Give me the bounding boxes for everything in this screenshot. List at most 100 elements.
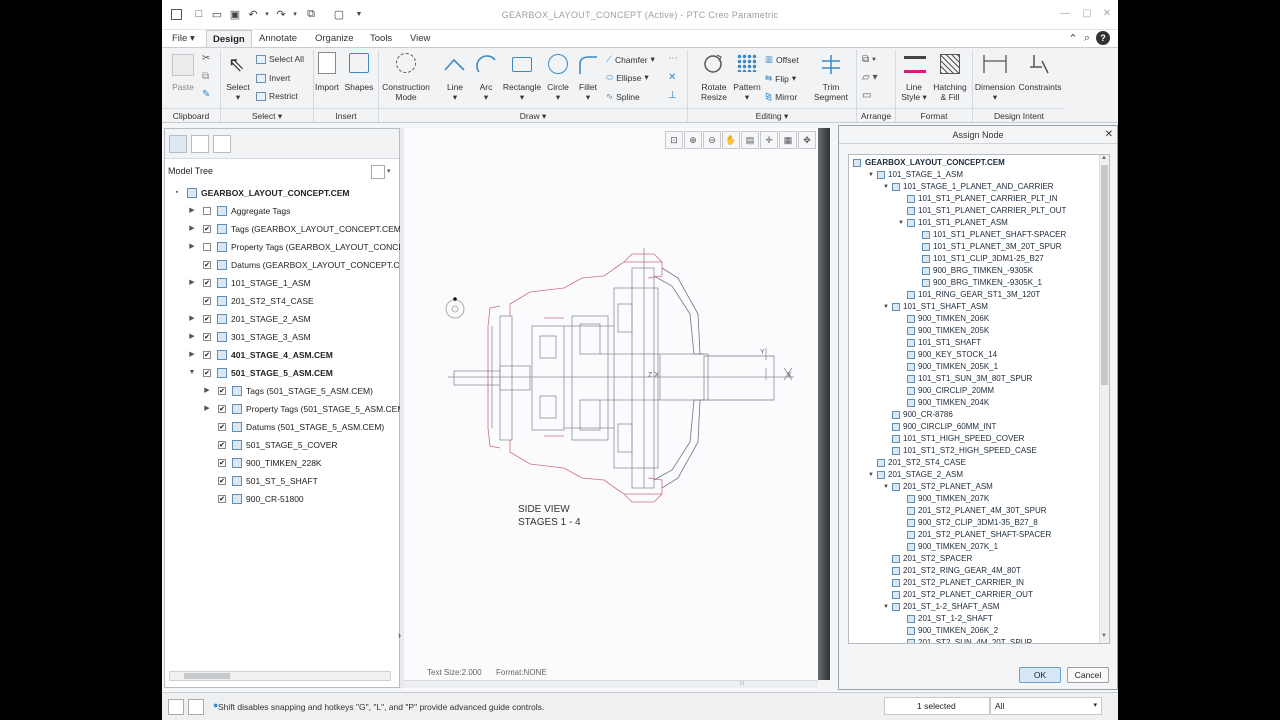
expand-toggle-icon[interactable]: ▼ <box>883 601 889 613</box>
assign-node-row[interactable]: 201_ST2_SPACER <box>849 553 1099 565</box>
expand-toggle-icon[interactable]: ▼ <box>868 469 874 481</box>
assign-node-row[interactable]: GEARBOX_LAYOUT_CONCEPT.CEM <box>849 157 1099 169</box>
tab-organize[interactable]: Organize <box>309 30 360 47</box>
arc-icon[interactable] <box>476 54 498 76</box>
line-icon[interactable] <box>444 54 466 76</box>
scroll-down-icon[interactable]: ▼ <box>1101 633 1107 639</box>
ellipse-button[interactable]: ⬭ Ellipse ▾ <box>606 72 649 83</box>
group-select[interactable]: Select ▾ <box>221 108 313 122</box>
model-tree-row[interactable]: ▶ ✔ 401_STAGE_4_ASM.CEM <box>165 346 399 364</box>
expand-toggle-icon[interactable]: ▼ <box>188 364 196 382</box>
expand-toggle-icon[interactable]: ▶ <box>188 346 196 364</box>
expand-toggle-icon[interactable]: ▶ <box>203 400 211 418</box>
assign-node-row[interactable]: ▼ 101_STAGE_1_PLANET_AND_CARRIER <box>849 181 1099 193</box>
arrange-icon-2[interactable]: ▱ ▾ <box>862 72 878 83</box>
expand-toggle-icon[interactable]: ▼ <box>883 301 889 313</box>
assign-node-row[interactable]: 900_TIMKEN_205K_1 <box>849 361 1099 373</box>
construction-mode-icon[interactable] <box>396 53 416 73</box>
ok-button[interactable]: OK <box>1019 667 1061 683</box>
assign-node-row[interactable]: ▼ 101_ST1_SHAFT_ASM <box>849 301 1099 313</box>
folder-browser-tab-icon[interactable] <box>191 135 209 153</box>
tab-view[interactable]: View <box>404 30 436 47</box>
visibility-checkbox[interactable]: ✔ <box>203 315 211 323</box>
shapes-button[interactable]: Shapes <box>340 82 378 92</box>
assign-node-row[interactable]: 101_ST1_SHAFT <box>849 337 1099 349</box>
gearbox-side-view-drawing[interactable]: Z X Y X <box>404 128 818 668</box>
assign-node-row[interactable]: ▼ 101_ST1_PLANET_ASM <box>849 217 1099 229</box>
model-tree-row[interactable]: ▶ Aggregate Tags <box>165 202 399 220</box>
model-tree-row[interactable]: ▶ ✔ Tags (501_STAGE_5_ASM.CEM) <box>165 382 399 400</box>
collapse-ribbon-icon[interactable]: ⌃ <box>1066 31 1080 45</box>
visibility-checkbox[interactable]: ✔ <box>203 369 211 377</box>
group-draw[interactable]: Draw ▾ <box>379 108 687 122</box>
line-button[interactable]: Line ▾ <box>439 82 471 102</box>
circle-icon[interactable] <box>548 54 568 74</box>
model-tree-row[interactable]: ▶ ✔ 201_STAGE_2_ASM <box>165 310 399 328</box>
visibility-checkbox[interactable]: ✔ <box>218 423 226 431</box>
select-button[interactable]: Select ▾ <box>222 82 254 102</box>
select-all-button[interactable]: Select All <box>256 54 304 64</box>
model-tree-row[interactable]: ▶ ✔ 101_STAGE_1_ASM <box>165 274 399 292</box>
assign-node-row[interactable]: 900_TIMKEN_206K_2 <box>849 625 1099 637</box>
scroll-thumb[interactable] <box>1101 165 1108 385</box>
paste-button[interactable]: Paste <box>168 82 198 92</box>
expand-toggle-icon[interactable]: ▶ <box>188 202 196 220</box>
expand-toggle-icon[interactable]: ▶ <box>203 382 211 400</box>
assign-node-row[interactable]: 900_CIRCLIP_60MM_INT <box>849 421 1099 433</box>
group-editing[interactable]: Editing ▾ <box>688 108 856 122</box>
assign-node-row[interactable]: 900_TIMKEN_207K_1 <box>849 541 1099 553</box>
expand-toggle-icon[interactable]: ▼ <box>883 181 889 193</box>
model-tree-row[interactable]: ✔ 900_CR-51800 <box>165 490 399 508</box>
toggle-navigator-icon[interactable] <box>168 699 184 715</box>
assign-node-row[interactable]: 900_TIMKEN_206K <box>849 313 1099 325</box>
visibility-checkbox[interactable]: ✔ <box>218 387 226 395</box>
visibility-checkbox[interactable]: ✔ <box>218 495 226 503</box>
visibility-checkbox[interactable]: ✔ <box>218 459 226 467</box>
assign-node-row[interactable]: 101_ST1_PLANET_3M_20T_SPUR <box>849 241 1099 253</box>
model-tree-row[interactable]: ▶ ✔ Property Tags (501_STAGE_5_ASM.CEM) <box>165 400 407 418</box>
assign-node-row[interactable]: 201_ST2_PLANET_SHAFT-SPACER <box>849 529 1099 541</box>
fillet-button[interactable]: Fillet ▾ <box>572 82 604 102</box>
assign-node-row[interactable]: 201_ST2_PLANET_CARRIER_OUT <box>849 589 1099 601</box>
hatching-icon[interactable] <box>940 54 960 74</box>
arrange-icon-1[interactable]: ⧉ ▾ <box>862 54 876 65</box>
tree-settings-icon[interactable] <box>371 165 385 179</box>
arc-button[interactable]: Arc ▾ <box>470 82 502 102</box>
pattern-icon[interactable] <box>737 54 757 72</box>
canvas-hscrollbar[interactable]: ⦙⦙⦙ <box>404 680 818 688</box>
expand-toggle-icon[interactable]: ▶ <box>188 220 196 238</box>
pattern-button[interactable]: Pattern ▾ <box>730 82 764 102</box>
drawing-canvas[interactable]: ⊡ ⊕ ⊖ ✋ ▤ ✛ ▦ ✥ Z X Y X SIDE VIEW STAGES… <box>404 128 818 690</box>
model-tree-tab-icon[interactable] <box>169 135 187 153</box>
expand-toggle-icon[interactable]: ▶ <box>188 238 196 256</box>
model-tree-row[interactable]: ✔ 900_TIMKEN_228K <box>165 454 399 472</box>
assign-node-row[interactable]: 900_BRG_TIMKEN_-9305K_1 <box>849 277 1099 289</box>
expand-toggle-icon[interactable]: ▶ <box>188 328 196 346</box>
trim-segment-button[interactable]: Trim Segment <box>808 82 854 102</box>
assign-node-row[interactable]: 900_KEY_STOCK_14 <box>849 349 1099 361</box>
collapse-panel-icon[interactable]: › <box>398 630 401 640</box>
assign-node-row[interactable]: 101_ST1_SUN_3M_80T_SPUR <box>849 373 1099 385</box>
model-tree-row[interactable]: ▶ Property Tags (GEARBOX_LAYOUT_CONCEPT. <box>165 238 416 256</box>
assign-node-row[interactable]: 900_BRG_TIMKEN_-9305K <box>849 265 1099 277</box>
assign-node-vscrollbar[interactable]: ▲ ▼ <box>1099 155 1109 643</box>
assign-node-row[interactable]: 101_ST1_HIGH_SPEED_COVER <box>849 433 1099 445</box>
tab-tools[interactable]: Tools <box>364 30 398 47</box>
format-painter-icon[interactable]: ✎ <box>202 89 210 100</box>
tab-annotate[interactable]: Annotate <box>253 30 303 47</box>
arrange-icon-3[interactable]: ▭ <box>862 90 871 101</box>
model-tree-row[interactable]: ▼ ✔ 501_STAGE_5_ASM.CEM <box>165 364 399 382</box>
restrict-button[interactable]: Restrict <box>256 91 298 101</box>
rectangle-icon[interactable] <box>512 57 532 72</box>
chamfer-button[interactable]: ⟋ Chamfer ▾ <box>606 54 655 65</box>
visibility-checkbox[interactable]: ✔ <box>203 351 211 359</box>
constraints-button[interactable]: Constraints <box>1016 82 1064 92</box>
assign-node-row[interactable]: ▼ 201_STAGE_2_ASM <box>849 469 1099 481</box>
constraints-icon[interactable] <box>1028 53 1050 75</box>
assign-node-row[interactable]: 900_ST2_CLIP_3DM1-35_B27_8 <box>849 517 1099 529</box>
assign-node-row[interactable]: ▼ 101_STAGE_1_ASM <box>849 169 1099 181</box>
assign-node-row[interactable]: 900_CR-8786 <box>849 409 1099 421</box>
flip-button[interactable]: ⇆ Flip ▾ <box>765 73 796 84</box>
visibility-checkbox[interactable]: ✔ <box>203 261 211 269</box>
assign-node-row[interactable]: 201_ST2_SUN_4M_20T_SPUR <box>849 637 1099 643</box>
